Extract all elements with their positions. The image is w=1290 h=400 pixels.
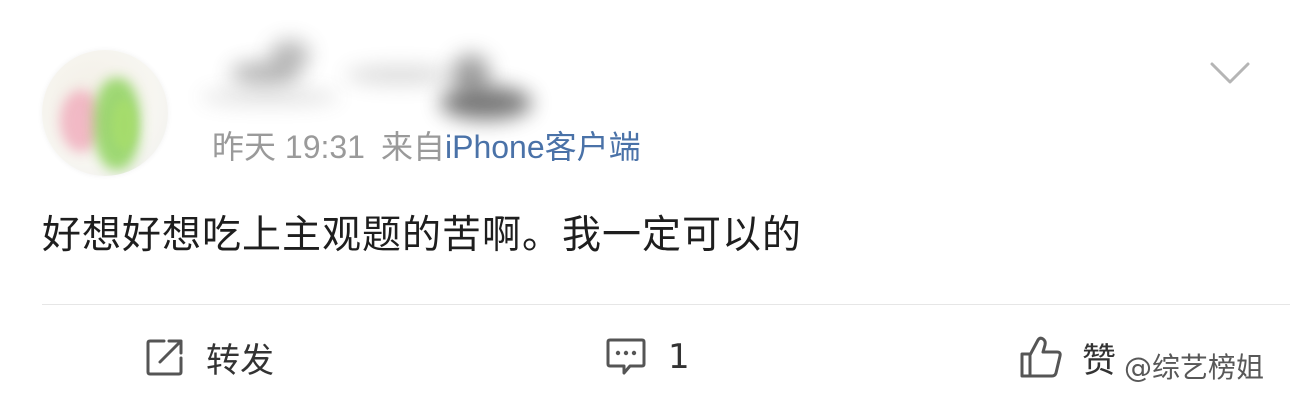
post-content: 好想好想吃上主观题的苦啊。我一定可以的 xyxy=(42,213,803,258)
thumbs-up-icon xyxy=(1018,334,1064,380)
share-icon xyxy=(144,336,186,378)
comment-icon xyxy=(604,336,648,378)
post-time: 昨天 19:31 xyxy=(212,129,365,165)
repost-button[interactable]: 转发 xyxy=(144,332,274,382)
repost-label: 转发 xyxy=(206,340,274,381)
user-avatar[interactable] xyxy=(42,50,168,176)
comment-count: 1 xyxy=(668,337,690,377)
post-meta: 昨天 19:31 来自iPhone客户端 xyxy=(212,128,641,166)
chevron-down-icon xyxy=(1208,58,1252,88)
watermark: @综艺榜姐 xyxy=(1124,351,1265,384)
divider xyxy=(42,304,1290,305)
like-label: 赞 xyxy=(1082,340,1116,381)
like-button[interactable]: 赞 xyxy=(1018,332,1116,382)
source-prefix: 来自 xyxy=(380,129,445,165)
post-options-dropdown[interactable] xyxy=(1208,58,1252,88)
avatar-blur-green-accent xyxy=(112,100,136,150)
source-link[interactable]: iPhone客户端 xyxy=(445,129,641,165)
weibo-comment-card: 昨天 19:31 来自iPhone客户端 好想好想吃上主观题的苦啊。我一定可以的 … xyxy=(0,0,1290,400)
comment-button[interactable]: 1 xyxy=(604,332,690,382)
username-blurred[interactable] xyxy=(170,32,570,128)
